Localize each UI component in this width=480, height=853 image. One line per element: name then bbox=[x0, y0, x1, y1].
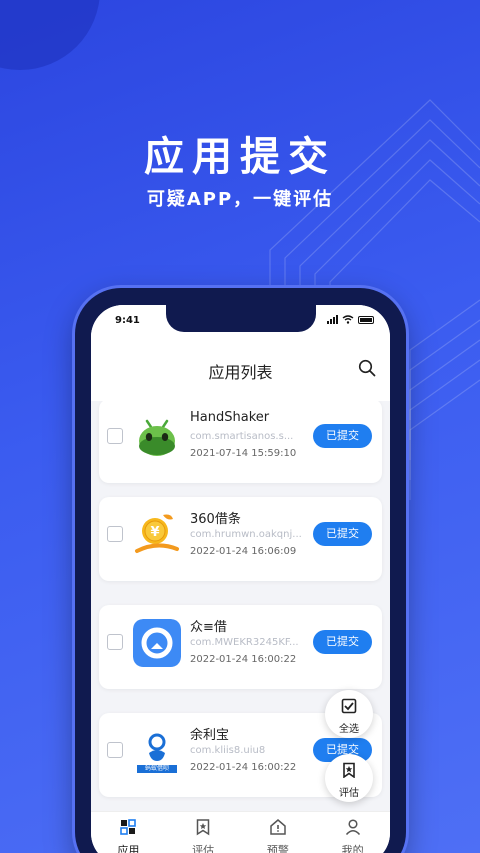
wifi-icon bbox=[342, 315, 354, 324]
blue-circle-app-icon bbox=[133, 619, 181, 667]
item-checkbox[interactable] bbox=[107, 742, 123, 758]
ant-app-icon-caption: 蚂蚁借呗 bbox=[144, 765, 169, 772]
svg-text:¥: ¥ bbox=[150, 525, 159, 540]
select-all-label: 全选 bbox=[339, 724, 359, 735]
tab-warning[interactable]: 预警 bbox=[241, 812, 316, 853]
bookmark-star-icon bbox=[196, 819, 210, 836]
signal-icon bbox=[327, 315, 338, 324]
app-name: 余利宝 bbox=[190, 728, 230, 743]
item-checkbox[interactable] bbox=[107, 634, 123, 650]
ant-app-icon: 蚂蚁借呗 bbox=[133, 727, 181, 775]
bookmark-star-icon bbox=[343, 762, 355, 779]
tab-apps[interactable]: 应用 bbox=[91, 812, 166, 853]
app-header: 应用列表 bbox=[91, 333, 390, 401]
bottom-tab-bar: 应用 评估 预警 我的 bbox=[91, 811, 390, 853]
select-all-button[interactable]: 全选 bbox=[325, 690, 373, 738]
app-date: 2021-07-14 15:59:10 bbox=[190, 448, 297, 459]
apps-grid-icon bbox=[120, 819, 137, 835]
evaluate-button[interactable]: 评估 bbox=[325, 754, 373, 802]
hero-title: 应用提交 bbox=[144, 134, 336, 180]
yuan-coin-icon: ¥ bbox=[133, 511, 181, 559]
tab-mine[interactable]: 我的 bbox=[315, 812, 390, 853]
item-checkbox[interactable] bbox=[107, 428, 123, 444]
app-package: com.smartisanos.s... bbox=[190, 431, 294, 442]
tab-label: 预警 bbox=[266, 844, 289, 853]
app-date: 2022-01-24 16:00:22 bbox=[190, 762, 297, 773]
phone-notch bbox=[166, 305, 316, 332]
page-title: 应用列表 bbox=[208, 363, 273, 382]
battery-icon bbox=[358, 315, 374, 324]
tab-label: 我的 bbox=[341, 844, 364, 853]
app-package: com.hrumwn.oakqnj... bbox=[190, 529, 302, 540]
hero-subtitle: 可疑APP，一键评估 bbox=[146, 189, 334, 210]
app-package: com.kliis8.uiu8 bbox=[190, 745, 266, 756]
item-checkbox[interactable] bbox=[107, 526, 123, 542]
tab-evaluate[interactable]: 评估 bbox=[166, 812, 241, 853]
tab-label: 评估 bbox=[192, 844, 215, 853]
list-item[interactable]: ¥ 360借条 com.hrumwn.oakqnj... 2022-01-24 … bbox=[99, 497, 382, 581]
checkbox-checked-icon bbox=[341, 698, 357, 714]
tab-label: 应用 bbox=[117, 844, 140, 853]
app-list[interactable]: HandShaker com.smartisanos.s... 2021-07-… bbox=[91, 401, 390, 811]
app-name: 360借条 bbox=[190, 512, 241, 527]
search-icon[interactable] bbox=[358, 359, 376, 377]
submitted-button[interactable]: 已提交 bbox=[313, 424, 372, 448]
app-date: 2022-01-24 16:06:09 bbox=[190, 546, 297, 557]
app-date: 2022-01-24 16:00:22 bbox=[190, 654, 297, 665]
list-item[interactable]: HandShaker com.smartisanos.s... 2021-07-… bbox=[99, 401, 382, 483]
app-name: HandShaker bbox=[190, 410, 270, 425]
status-icons bbox=[327, 315, 374, 324]
submitted-button[interactable]: 已提交 bbox=[313, 522, 372, 546]
person-icon bbox=[345, 819, 360, 836]
evaluate-label: 评估 bbox=[339, 788, 359, 799]
android-robot-icon bbox=[133, 413, 181, 461]
app-package: com.MWEKR3245KF... bbox=[190, 637, 299, 648]
submitted-button[interactable]: 已提交 bbox=[313, 630, 372, 654]
app-name: 众≡借 bbox=[190, 620, 227, 635]
alert-house-icon bbox=[270, 819, 286, 835]
list-item[interactable]: 众≡借 com.MWEKR3245KF... 2022-01-24 16:00:… bbox=[99, 605, 382, 689]
phone-screen: 9:41 应用列表 HandShaker com.smartisanos.s..… bbox=[91, 305, 390, 853]
status-time: 9:41 bbox=[115, 315, 140, 326]
